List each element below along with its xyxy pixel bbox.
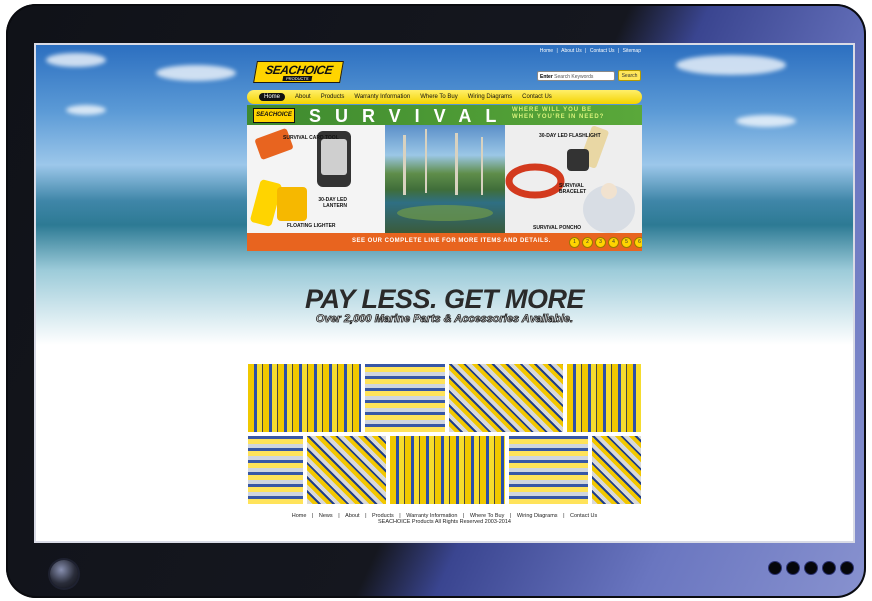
banner-footer: SEE OUR COMPLETE LINE FOR MORE ITEMS AND… bbox=[247, 233, 642, 251]
nav-products[interactable]: Products bbox=[321, 94, 345, 100]
label-flashlight: 30-DAY LED FLASHLIGHT bbox=[539, 133, 601, 139]
product-photo[interactable] bbox=[591, 435, 642, 505]
control-dot[interactable] bbox=[805, 562, 817, 574]
top-link-home[interactable]: Home bbox=[540, 48, 553, 54]
banner-footer-text: SEE OUR COMPLETE LINE FOR MORE ITEMS AND… bbox=[352, 238, 551, 244]
nav-wiring-diagrams[interactable]: Wiring Diagrams bbox=[468, 94, 512, 100]
product-photo-grid bbox=[247, 363, 642, 505]
product-photo[interactable] bbox=[566, 363, 642, 433]
nav-about[interactable]: About bbox=[295, 94, 311, 100]
footer-link-wiring-diagrams[interactable]: Wiring Diagrams bbox=[517, 513, 558, 519]
nav-where-to-buy[interactable]: Where To Buy bbox=[420, 94, 458, 100]
pager-dot-6[interactable]: 6 bbox=[634, 237, 642, 248]
survival-products-left-image bbox=[250, 128, 351, 227]
product-photo[interactable] bbox=[508, 435, 589, 505]
search-button[interactable]: Search bbox=[618, 70, 641, 81]
label-lighter: FLOATING LIGHTER bbox=[287, 223, 336, 229]
slogan-main: PAY LESS. GET MORE bbox=[304, 284, 585, 314]
top-link-sitemap[interactable]: Sitemap bbox=[623, 48, 641, 54]
label-card-tool: SURVIVAL CARD TOOL bbox=[283, 135, 339, 141]
swamp-trees-image bbox=[397, 129, 493, 221]
product-photo[interactable] bbox=[247, 435, 304, 505]
product-photo[interactable] bbox=[364, 363, 446, 433]
site-footer: Home | News | About | Products | Warrant… bbox=[247, 513, 642, 525]
banner-pager: 1 2 3 4 5 6 bbox=[569, 237, 642, 248]
slogan-sub: Over 2,000 Marine Parts & Accessories Av… bbox=[315, 313, 574, 326]
top-link-contact-us[interactable]: Contact Us bbox=[590, 48, 615, 54]
control-dot[interactable] bbox=[841, 562, 853, 574]
survival-banner[interactable]: SEACHOICE SURVIVAL WHERE WILL YOU BE WHE… bbox=[247, 105, 642, 251]
pager-dot-2[interactable]: 2 bbox=[582, 237, 593, 248]
seachoice-logo[interactable]: SEACHOICE PRODUCTS bbox=[253, 61, 344, 83]
nav-warranty-information[interactable]: Warranty Information bbox=[354, 94, 410, 100]
copyright-text: SEACHOICE Products All Rights Reserved 2… bbox=[378, 519, 511, 525]
pager-dot-1[interactable]: 1 bbox=[569, 237, 580, 248]
banner-header: SEACHOICE SURVIVAL WHERE WILL YOU BE WHE… bbox=[247, 105, 642, 126]
label-poncho: SURVIVAL PONCHO bbox=[533, 225, 582, 231]
banner-question: WHERE WILL YOU BE WHEN YOU'RE IN NEED? bbox=[512, 107, 605, 120]
search-prefix: Enter bbox=[540, 74, 553, 80]
footer-link-about[interactable]: About bbox=[345, 513, 359, 519]
website-screen: Home | About Us | Contact Us | Sitemap S… bbox=[36, 45, 853, 541]
product-photo[interactable] bbox=[247, 363, 362, 433]
monitor-control-dots bbox=[769, 562, 853, 574]
swamp-photo bbox=[385, 125, 505, 233]
footer-link-contact-us[interactable]: Contact Us bbox=[570, 513, 597, 519]
page-content: Home | About Us | Contact Us | Sitemap S… bbox=[247, 45, 642, 541]
control-dot[interactable] bbox=[787, 562, 799, 574]
banner-title: SURVIVAL bbox=[309, 106, 511, 126]
product-photo[interactable] bbox=[306, 435, 387, 505]
label-bracelet: SURVIVAL BRACELET bbox=[559, 183, 587, 195]
nav-contact-us[interactable]: Contact Us bbox=[522, 94, 552, 100]
product-photo[interactable] bbox=[389, 435, 506, 505]
label-lantern: 30-DAY LED LANTERN bbox=[318, 197, 347, 209]
pager-dot-5[interactable]: 5 bbox=[621, 237, 632, 248]
top-link-about-us[interactable]: About Us bbox=[561, 48, 582, 54]
footer-link-home[interactable]: Home bbox=[292, 513, 307, 519]
logo-text: SEACHOICE bbox=[264, 62, 334, 77]
banner-left-panel: SURVIVAL CARD TOOL 30-DAY LED LANTERN FL… bbox=[247, 125, 385, 233]
footer-link-news[interactable]: News bbox=[319, 513, 333, 519]
search-placeholder: Search Keywords bbox=[554, 74, 594, 80]
product-photo[interactable] bbox=[448, 363, 564, 433]
power-button[interactable] bbox=[50, 560, 78, 588]
pager-dot-4[interactable]: 4 bbox=[608, 237, 619, 248]
main-nav: Home About Products Warranty Information… bbox=[247, 90, 642, 104]
banner-right-panel: 30-DAY LED FLASHLIGHT SURVIVAL BRACELET … bbox=[505, 125, 642, 233]
slogan-block: PAY LESS. GET MORE Over 2,000 Marine Par… bbox=[247, 285, 642, 326]
top-links: Home | About Us | Contact Us | Sitemap bbox=[539, 48, 641, 54]
control-dot[interactable] bbox=[769, 562, 781, 574]
control-dot[interactable] bbox=[823, 562, 835, 574]
search-input[interactable]: Enter Search Keywords bbox=[537, 71, 615, 81]
survival-products-right-image bbox=[505, 125, 635, 233]
banner-logo: SEACHOICE bbox=[253, 108, 295, 123]
nav-home[interactable]: Home bbox=[259, 93, 286, 101]
logo-subtext: PRODUCTS bbox=[282, 75, 313, 81]
pager-dot-3[interactable]: 3 bbox=[595, 237, 606, 248]
